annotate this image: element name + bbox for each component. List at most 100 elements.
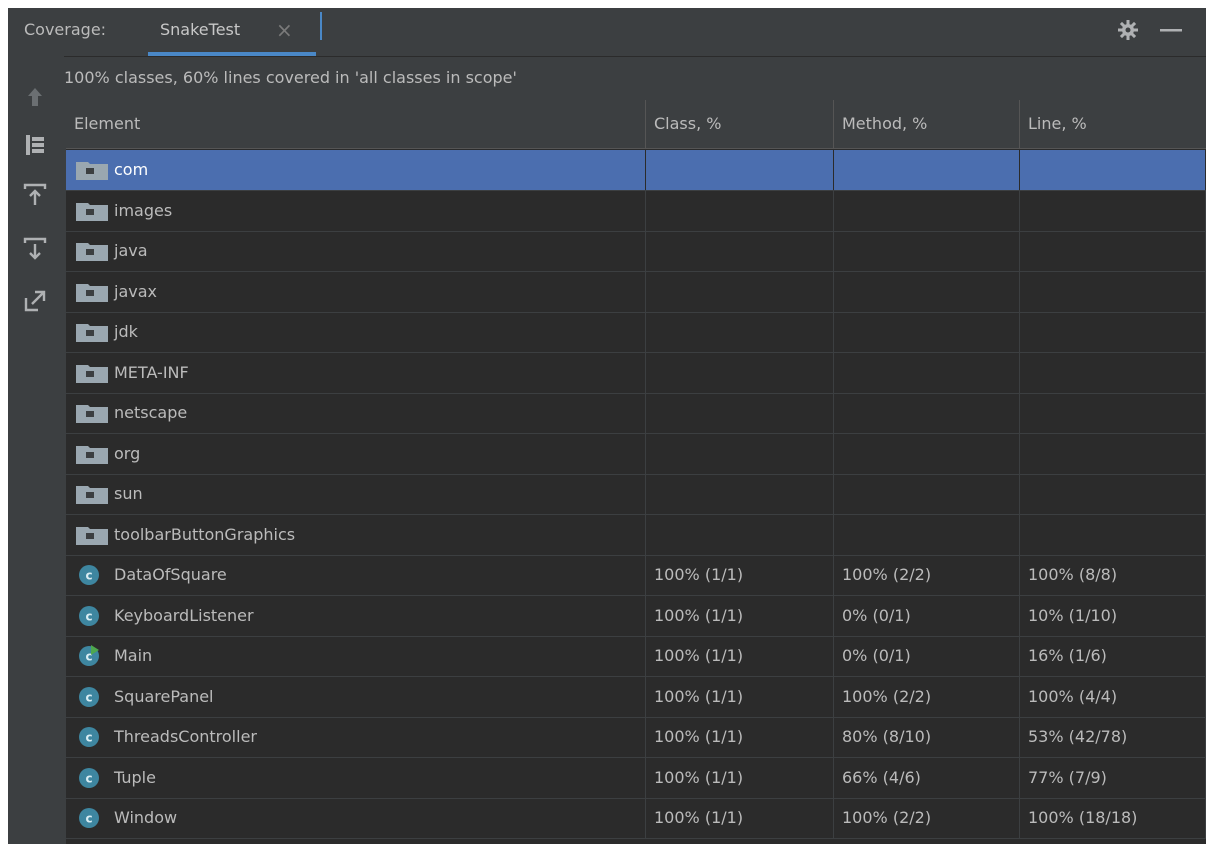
table-row[interactable]: org: [66, 433, 1206, 475]
method-coverage-cell: 66% (4/6): [834, 757, 1020, 798]
class-coverage-cell: [646, 231, 834, 271]
method-coverage-cell: [834, 474, 1020, 514]
line-coverage-cell: 77% (7/9): [1020, 757, 1206, 798]
table-row[interactable]: java: [66, 231, 1206, 272]
line-coverage-cell: 16% (1/6): [1020, 636, 1206, 676]
class-coverage-cell: [646, 312, 834, 352]
table-row[interactable]: c Tuple 100% (1/1) 66% (4/6) 77% (7/9): [66, 757, 1206, 799]
class-coverage-cell: 100% (1/1): [646, 676, 834, 717]
method-coverage-cell: 80% (8/10): [834, 717, 1020, 757]
line-coverage-cell: [1020, 393, 1206, 433]
column-header-class[interactable]: Class, %: [646, 100, 834, 148]
import-icon[interactable]: [22, 182, 48, 208]
coverage-panel: Coverage: SnakeTest × 100% classes, 60% …: [8, 8, 1206, 844]
up-arrow-icon[interactable]: [22, 84, 48, 110]
line-coverage-cell: 100% (8/8): [1020, 555, 1206, 595]
element-name-cell: DataOfSquare: [66, 555, 646, 595]
table-row[interactable]: c Main 100% (1/1) 0% (0/1) 16% (1/6): [66, 636, 1206, 677]
table-row[interactable]: c KeyboardListener 100% (1/1) 0% (0/1) 10% (…: [66, 595, 1206, 637]
method-coverage-cell: 100% (2/2): [834, 555, 1020, 595]
column-header-element[interactable]: Element: [66, 100, 646, 148]
table-row[interactable]: c ThreadsController 100% (1/1) 80% (8/10) 53…: [66, 717, 1206, 758]
class-coverage-cell: 100% (1/1): [646, 636, 834, 676]
element-name-cell: Window: [66, 798, 646, 838]
line-coverage-cell: 10% (1/10): [1020, 595, 1206, 636]
method-coverage-cell: 100% (2/2): [834, 676, 1020, 717]
element-name-cell: KeyboardListener: [66, 595, 646, 636]
method-coverage-cell: [834, 190, 1020, 231]
coverage-summary: 100% classes, 60% lines covered in 'all …: [64, 68, 517, 87]
method-coverage-cell: [834, 150, 1020, 190]
line-coverage-cell: [1020, 150, 1206, 190]
column-header-method[interactable]: Method, %: [834, 100, 1020, 148]
table-row[interactable]: com: [66, 150, 1206, 191]
minimize-icon[interactable]: [1158, 18, 1184, 48]
generate-report-icon[interactable]: [22, 288, 48, 314]
class-coverage-cell: [646, 190, 834, 231]
element-name-cell: org: [66, 433, 646, 474]
method-coverage-cell: [834, 231, 1020, 271]
coverage-label: Coverage:: [24, 20, 107, 39]
line-coverage-cell: [1020, 190, 1206, 231]
method-coverage-cell: [834, 352, 1020, 393]
tab-drop-marker: [320, 12, 322, 40]
table-header: Element Class, % Method, % Line, %: [66, 100, 1206, 149]
line-coverage-cell: [1020, 271, 1206, 312]
element-name-cell: Main: [66, 636, 646, 676]
class-coverage-cell: [646, 433, 834, 474]
coverage-header: Coverage: SnakeTest ×: [8, 8, 1206, 57]
line-coverage-cell: [1020, 312, 1206, 352]
close-tab-icon[interactable]: ×: [276, 18, 293, 42]
method-coverage-cell: [834, 433, 1020, 474]
left-toolbar: [8, 56, 64, 844]
element-name-cell: sun: [66, 474, 646, 514]
class-coverage-cell: [646, 514, 834, 555]
table-row[interactable]: c Window 100% (1/1) 100% (2/2) 100% (18/18): [66, 798, 1206, 839]
line-coverage-cell: [1020, 514, 1206, 555]
table-row[interactable]: c SquarePanel 100% (1/1) 100% (2/2) 100% (4/…: [66, 676, 1206, 718]
line-coverage-cell: [1020, 433, 1206, 474]
table-row[interactable]: images: [66, 190, 1206, 232]
line-coverage-cell: [1020, 231, 1206, 271]
method-coverage-cell: [834, 393, 1020, 433]
table-row[interactable]: jdk: [66, 312, 1206, 353]
gear-icon[interactable]: [1116, 18, 1140, 48]
table-row[interactable]: netscape: [66, 393, 1206, 434]
class-coverage-cell: 100% (1/1): [646, 798, 834, 838]
column-header-line[interactable]: Line, %: [1020, 100, 1206, 148]
table-row[interactable]: META-INF: [66, 352, 1206, 394]
table-row[interactable]: javax: [66, 271, 1206, 313]
class-coverage-cell: 100% (1/1): [646, 757, 834, 798]
line-coverage-cell: 53% (42/78): [1020, 717, 1206, 757]
element-name-cell: images: [66, 190, 646, 231]
element-name-cell: netscape: [66, 393, 646, 433]
element-name-cell: SquarePanel: [66, 676, 646, 717]
coverage-table: Element Class, % Method, % Line, % com im…: [66, 100, 1206, 844]
tab-label: SnakeTest: [160, 20, 241, 39]
table-row[interactable]: sun: [66, 474, 1206, 515]
element-name-cell: com: [66, 150, 646, 190]
tab-active-indicator: [148, 52, 316, 56]
tab-snaketest[interactable]: SnakeTest ×: [148, 8, 316, 56]
class-coverage-cell: [646, 474, 834, 514]
table-row[interactable]: toolbarButtonGraphics: [66, 514, 1206, 556]
line-coverage-cell: 100% (18/18): [1020, 798, 1206, 838]
element-name-cell: META-INF: [66, 352, 646, 393]
class-coverage-cell: [646, 352, 834, 393]
class-coverage-cell: [646, 393, 834, 433]
class-coverage-cell: [646, 150, 834, 190]
method-coverage-cell: 100% (2/2): [834, 798, 1020, 838]
line-coverage-cell: [1020, 352, 1206, 393]
line-coverage-cell: 100% (4/4): [1020, 676, 1206, 717]
class-coverage-cell: 100% (1/1): [646, 717, 834, 757]
flatten-packages-icon[interactable]: [22, 132, 48, 158]
method-coverage-cell: [834, 312, 1020, 352]
export-icon[interactable]: [22, 236, 48, 262]
method-coverage-cell: 0% (0/1): [834, 636, 1020, 676]
class-coverage-cell: 100% (1/1): [646, 595, 834, 636]
element-name-cell: javax: [66, 271, 646, 312]
method-coverage-cell: [834, 271, 1020, 312]
element-name-cell: Tuple: [66, 757, 646, 798]
line-coverage-cell: [1020, 474, 1206, 514]
table-row[interactable]: c DataOfSquare 100% (1/1) 100% (2/2) 100% (8…: [66, 555, 1206, 596]
